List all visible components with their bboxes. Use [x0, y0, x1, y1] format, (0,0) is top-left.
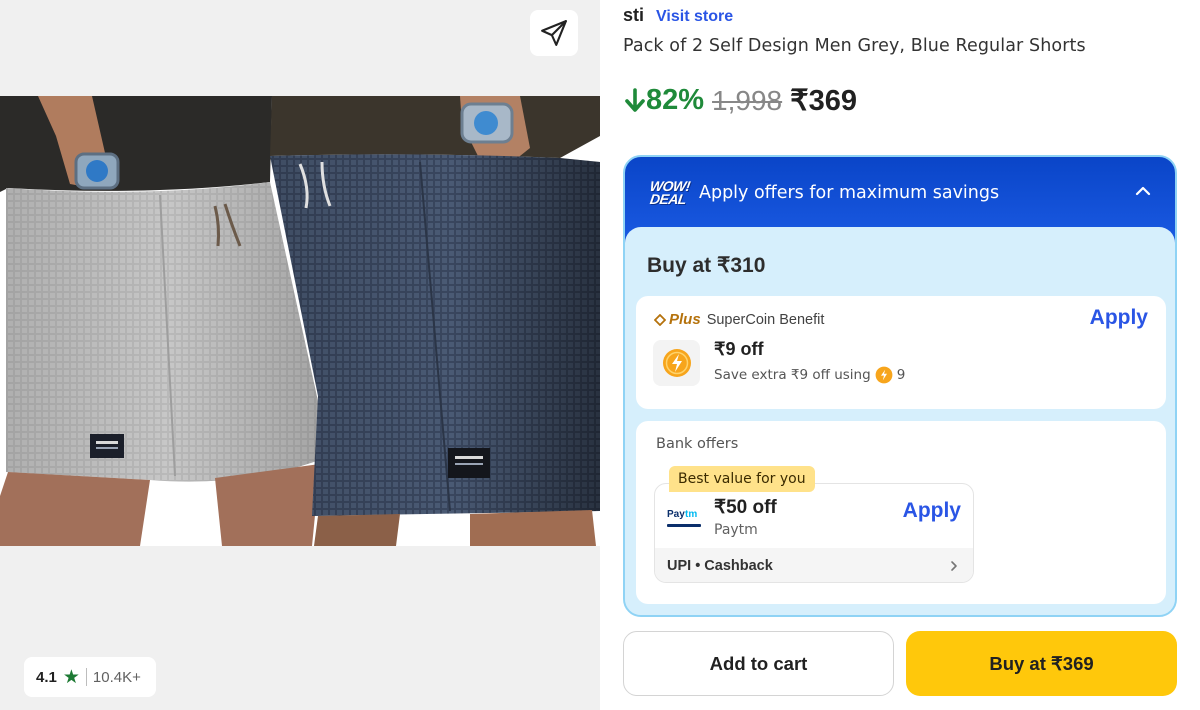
upi-cashback-label: UPI • Cashback — [667, 558, 773, 574]
supercoin-small-icon — [875, 366, 893, 384]
add-to-cart-button[interactable]: Add to cart — [623, 631, 894, 696]
star-icon: ★ — [62, 666, 80, 688]
chevron-up-icon[interactable] — [1135, 183, 1151, 199]
product-gallery[interactable]: 4.1 ★ 10.4K+ — [0, 0, 600, 710]
supercoin-subtext: Save extra ₹9 off using 9 — [714, 366, 906, 384]
discount-badge: 82% — [624, 84, 704, 117]
supercoin-icon — [662, 349, 691, 377]
best-value-tag: Best value for you — [669, 466, 815, 492]
store-row: sti Visit store — [623, 5, 733, 26]
offers-header[interactable]: WOW! DEAL Apply offers for maximum savin… — [625, 157, 1175, 229]
discount-percent: 82% — [646, 84, 705, 116]
svg-text:Pay: Pay — [667, 509, 685, 520]
product-image[interactable] — [0, 96, 600, 546]
divider — [85, 668, 87, 686]
apply-supercoin-button[interactable]: Apply — [1090, 306, 1148, 330]
paytm-offer[interactable]: Pay tm ₹50 off Paytm Apply UPI • Cashbac… — [654, 483, 974, 583]
upi-cashback-row[interactable]: UPI • Cashback — [655, 548, 973, 582]
buy-now-button[interactable]: Buy at ₹369 — [906, 631, 1177, 696]
arrow-down-icon — [625, 87, 645, 112]
product-title: Pack of 2 Self Design Men Grey, Blue Reg… — [623, 36, 1086, 56]
plus-row: Plus SuperCoin Benefit — [654, 311, 824, 328]
effective-price: Buy at ₹310 — [647, 254, 766, 277]
supercoin-off: ₹9 off — [714, 339, 764, 359]
price-row: 82% 1,998 ₹369 — [624, 83, 857, 118]
svg-text:tm: tm — [685, 509, 697, 520]
offers-body: Buy at ₹310 Plus SuperCoin Benefit Apply — [625, 227, 1175, 615]
paytm-logo-icon: Pay tm — [667, 509, 701, 527]
rating-value: 4.1 — [36, 668, 57, 686]
selling-price: ₹369 — [790, 85, 857, 117]
wow-deal-logo: WOW! DEAL — [648, 178, 692, 207]
offers-header-text: Apply offers for maximum savings — [698, 183, 1000, 203]
offers-card: WOW! DEAL Apply offers for maximum savin… — [623, 155, 1177, 617]
rating-count: 10.4K+ — [92, 668, 141, 686]
bank-offers: Bank offers Best value for you Pay tm ₹5… — [636, 421, 1166, 604]
supercoin-offer[interactable]: Plus SuperCoin Benefit Apply ₹9 off Save… — [636, 296, 1166, 409]
chevron-right-icon — [951, 561, 957, 571]
share-paper-plane-icon — [541, 20, 567, 46]
bank-offers-title: Bank offers — [656, 436, 739, 452]
supercoin-label: SuperCoin Benefit — [706, 311, 825, 328]
share-button[interactable] — [530, 10, 578, 56]
rating-badge[interactable]: 4.1 ★ 10.4K+ — [24, 657, 156, 697]
apply-paytm-button[interactable]: Apply — [903, 499, 961, 523]
brand-name: sti — [623, 5, 645, 25]
supercoin-icon-box — [653, 340, 700, 386]
plus-diamond-icon — [654, 313, 666, 326]
paytm-off: ₹50 off — [714, 497, 777, 518]
visit-store-link[interactable]: Visit store — [656, 8, 733, 26]
paytm-provider: Paytm — [714, 522, 758, 538]
plus-logo: Plus — [654, 311, 701, 328]
mrp-price: 1,998 — [712, 84, 783, 116]
